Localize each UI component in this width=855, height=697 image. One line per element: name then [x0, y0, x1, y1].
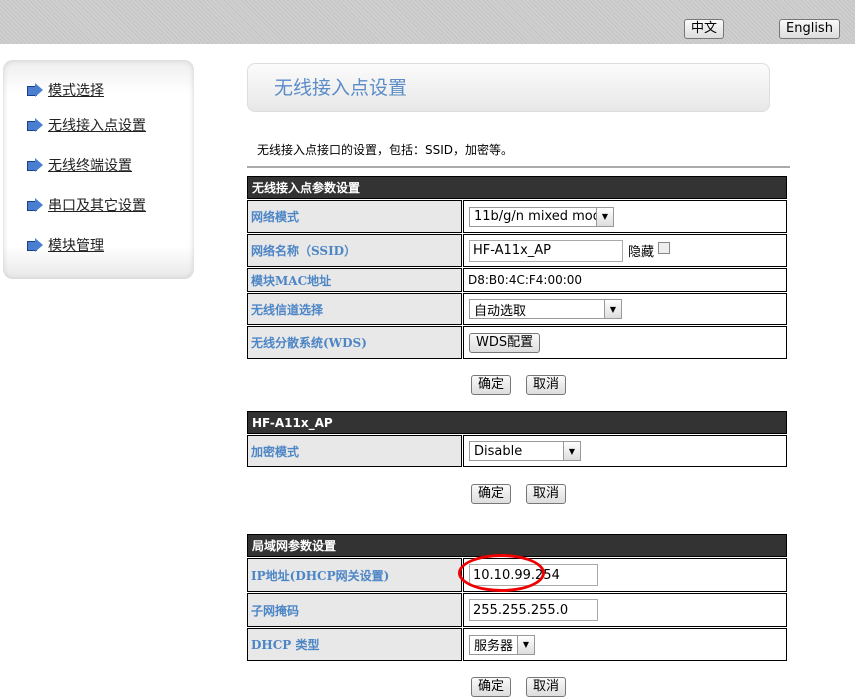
network-mode-select[interactable]: 11b/g/n mixed mode ▼ [469, 206, 614, 227]
sidebar-item-serial[interactable]: 串口及其它设置 [27, 195, 146, 215]
page-title: 无线接入点设置 [247, 63, 770, 112]
encryption-label: 加密模式 [247, 435, 462, 467]
sidebar-item-label: 模块管理 [48, 238, 104, 254]
ap-ok-button[interactable]: 确定 [471, 375, 512, 395]
highlight-circle [458, 554, 545, 592]
sidebar-item-label: 模式选择 [48, 83, 104, 99]
arrow-right-icon [27, 118, 43, 132]
security-table: HF-A11x_AP 加密模式 Disable ▼ [247, 411, 787, 467]
ap-settings-table: 无线接入点参数设置 网络模式 11b/g/n mixed mode ▼ 网络名称（S… [247, 176, 787, 359]
channel-select[interactable]: 自动选取 ▼ [469, 299, 622, 319]
ip-label: IP地址(DHCP网关设置) [247, 558, 462, 592]
ssid-input[interactable]: HF-A11x_AP [469, 239, 623, 262]
chevron-down-icon: ▼ [596, 207, 613, 226]
hide-ssid-checkbox[interactable] [658, 241, 671, 254]
sidebar-item-label: 串口及其它设置 [48, 198, 146, 214]
security-ok-button[interactable]: 确定 [471, 484, 512, 504]
select-value: 服务器 [474, 639, 514, 654]
dhcp-type-select[interactable]: 服务器 ▼ [469, 634, 535, 655]
sidebar-item-label: 无线接入点设置 [48, 118, 146, 134]
table-header: 无线接入点参数设置 [247, 176, 787, 199]
sidebar-item-mode[interactable]: 模式选择 [27, 80, 104, 100]
select-value: 11b/g/n mixed mode [474, 209, 609, 224]
lan-cancel-button[interactable]: 取消 [526, 677, 567, 697]
ssid-label: 网络名称（SSID） [247, 234, 462, 267]
dhcp-type-label: DHCP 类型 [247, 628, 462, 661]
chevron-down-icon: ▼ [563, 442, 580, 460]
mode-label: 网络模式 [247, 200, 462, 233]
divider [247, 166, 790, 168]
select-value: 自动选取 [474, 303, 527, 319]
lan-settings-table: 局域网参数设置 IP地址(DHCP网关设置) 10.10.99.254 子网掩码 2… [247, 534, 787, 661]
ap-cancel-button[interactable]: 取消 [526, 375, 567, 395]
mac-value: D8:B0:4C:F4:00:00 [468, 273, 583, 287]
encryption-select[interactable]: Disable ▼ [469, 441, 581, 461]
sidebar-item-sta[interactable]: 无线终端设置 [27, 155, 132, 175]
channel-label: 无线信道选择 [247, 293, 462, 325]
sidebar-item-label: 无线终端设置 [48, 158, 132, 174]
lan-ok-button[interactable]: 确定 [471, 677, 512, 697]
page-description: 无线接入点接口的设置，包括：SSID，加密等。 [257, 143, 514, 157]
arrow-right-icon [27, 198, 43, 212]
subnet-mask-label: 子网掩码 [247, 593, 462, 627]
chinese-language-button[interactable]: 中文 [684, 19, 725, 39]
arrow-right-icon [27, 158, 43, 172]
chevron-down-icon: ▼ [604, 300, 621, 318]
chevron-down-icon: ▼ [517, 635, 534, 654]
top-banner [0, 0, 855, 44]
wds-label: 无线分散系统(WDS) [247, 326, 462, 359]
security-cancel-button[interactable]: 取消 [526, 484, 567, 504]
mac-label: 模块MAC地址 [247, 268, 462, 292]
hide-label: 隐藏 [628, 245, 655, 260]
arrow-right-icon [27, 83, 43, 97]
subnet-mask-input[interactable]: 255.255.255.0 [469, 599, 598, 621]
table-header: HF-A11x_AP [247, 411, 787, 434]
arrow-right-icon [27, 238, 43, 252]
table-header: 局域网参数设置 [247, 534, 787, 557]
wds-config-button[interactable]: WDS配置 [469, 332, 541, 353]
select-value: Disable [474, 443, 523, 459]
sidebar: 模式选择 无线接入点设置 无线终端设置 串口及其它设置 模块管理 [3, 60, 194, 279]
english-language-button[interactable]: English [779, 19, 840, 39]
sidebar-item-management[interactable]: 模块管理 [27, 235, 104, 255]
sidebar-item-ap[interactable]: 无线接入点设置 [27, 115, 146, 135]
